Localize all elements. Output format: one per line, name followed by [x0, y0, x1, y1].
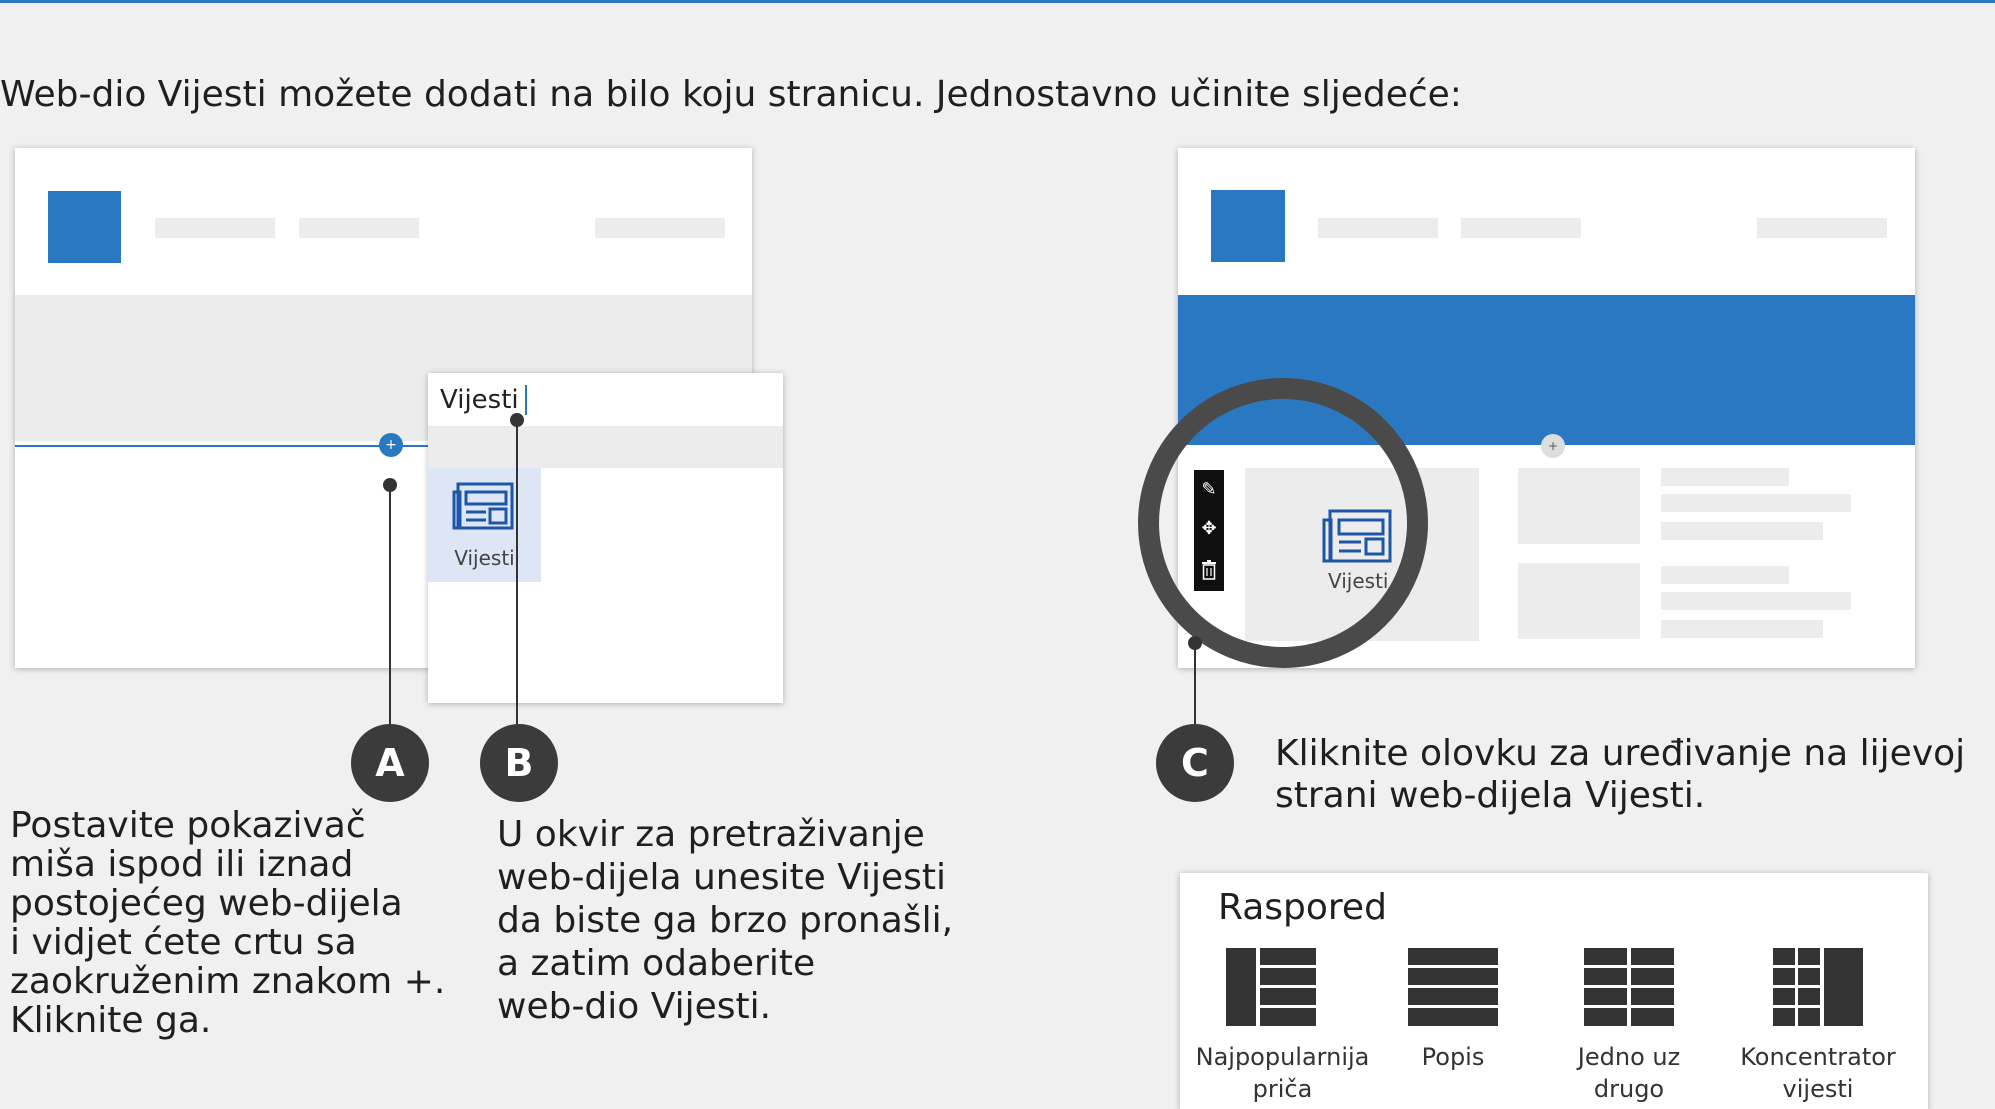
- newspaper-icon: [452, 482, 514, 530]
- picker-search-input[interactable]: Vijesti: [428, 373, 783, 425]
- step-b-line: da biste ga brzo pronašli,: [497, 900, 954, 941]
- news-tile-label: Vijesti: [454, 546, 515, 570]
- step-a-line: Kliknite ga.: [10, 1000, 212, 1041]
- layout-label-line: drugo: [1593, 1075, 1665, 1103]
- step-b-badge: B: [480, 724, 558, 802]
- layout-label-side-by-side: Jedno uz drugo: [1554, 1041, 1704, 1105]
- top-accent-line: [0, 0, 1995, 3]
- step-a-line: postojećeg web-dijela: [10, 883, 403, 924]
- text-cursor: [525, 385, 527, 415]
- trash-icon[interactable]: [1201, 560, 1217, 580]
- layout-label-line: Jedno uz: [1577, 1043, 1681, 1071]
- top-story-layout-icon: [1226, 948, 1316, 1026]
- news-thumb-1: [1518, 468, 1640, 544]
- add-webpart-button[interactable]: +: [379, 433, 403, 457]
- layout-label-line: Popis: [1421, 1043, 1485, 1071]
- layout-option-hub-news[interactable]: [1773, 948, 1863, 1038]
- layout-panel: Raspored Najpopularnija priča Popis Jedn…: [1180, 873, 1928, 1109]
- step-b-line: web-dio Vijesti.: [497, 986, 772, 1027]
- news-line: [1661, 620, 1823, 638]
- step-b-text: U okvir za pretraživanje web-dijela unes…: [497, 813, 977, 1028]
- callout-b-line: [516, 420, 518, 733]
- side-by-side-layout-icon: [1584, 948, 1674, 1026]
- news-line: [1661, 468, 1789, 486]
- step-c-text: Kliknite olovku za uređivanje na lijevoj…: [1275, 733, 1975, 817]
- layout-label-line: priča: [1252, 1075, 1313, 1103]
- step-a-badge: A: [351, 724, 429, 802]
- step-c-line: Kliknite olovku za uređivanje na lijevoj: [1275, 733, 1966, 774]
- step-b-line: U okvir za pretraživanje: [497, 814, 925, 855]
- layout-panel-title: Raspored: [1218, 887, 1387, 928]
- layout-label-line: Koncentrator: [1740, 1043, 1896, 1071]
- step-a-line: Postavite pokazivač: [10, 805, 366, 846]
- nav-bar-1: [1318, 218, 1438, 238]
- step-c-line: strani web-dijela Vijesti.: [1275, 775, 1706, 816]
- nav-bar-3: [1757, 218, 1887, 238]
- hub-news-layout-icon: [1773, 948, 1863, 1026]
- layout-label-list: Popis: [1393, 1041, 1513, 1073]
- pencil-edit-icon[interactable]: ✎: [1201, 480, 1216, 499]
- nav-bar-3: [595, 218, 725, 238]
- news-webpart-tile[interactable]: Vijesti: [428, 468, 541, 582]
- layout-label-line: vijesti: [1782, 1075, 1854, 1103]
- layout-option-list[interactable]: [1408, 948, 1498, 1038]
- insert-line: [15, 445, 430, 447]
- layout-label-top-story: Najpopularnija priča: [1180, 1041, 1385, 1105]
- nav-bar-2: [299, 218, 419, 238]
- news-line: [1661, 566, 1789, 584]
- callout-a-line: [389, 485, 391, 733]
- site-logo-left: [48, 191, 121, 263]
- news-line: [1661, 522, 1823, 540]
- layout-option-side-by-side[interactable]: [1584, 948, 1674, 1038]
- layout-label-line: Najpopularnija: [1195, 1043, 1370, 1071]
- nav-bar-1: [155, 218, 275, 238]
- step-a-text: Postavite pokazivač miša ispod ili iznad…: [10, 806, 450, 1040]
- layout-label-hub-news: Koncentrator vijesti: [1728, 1041, 1908, 1105]
- site-logo-right: [1211, 190, 1285, 262]
- add-section-button[interactable]: +: [1541, 434, 1565, 458]
- news-line: [1661, 494, 1851, 512]
- magnified-news-label: Vijesti: [1328, 569, 1389, 593]
- news-thumb-2: [1518, 563, 1640, 639]
- webpart-picker: Vijesti Vijesti: [428, 373, 783, 703]
- intro-text: Web-dio Vijesti možete dodati na bilo ko…: [0, 74, 1462, 115]
- list-layout-icon: [1408, 948, 1498, 1026]
- step-c-badge: C: [1156, 724, 1234, 802]
- picker-category-bar: [428, 426, 783, 468]
- edit-toolbar: ✎ ✥: [1194, 470, 1224, 591]
- step-a-line: zaokruženim znakom +.: [10, 961, 446, 1002]
- picker-search-value: Vijesti: [440, 385, 519, 415]
- news-line: [1661, 592, 1851, 610]
- step-a-line: i vidjet ćete crtu sa: [10, 922, 357, 963]
- nav-bar-2: [1461, 218, 1581, 238]
- step-b-line: a zatim odaberite: [497, 943, 816, 984]
- newspaper-icon: [1322, 509, 1392, 563]
- step-b-line: web-dijela unesite Vijesti: [497, 857, 947, 898]
- step-a-line: miša ispod ili iznad: [10, 844, 354, 885]
- move-icon[interactable]: ✥: [1201, 520, 1216, 538]
